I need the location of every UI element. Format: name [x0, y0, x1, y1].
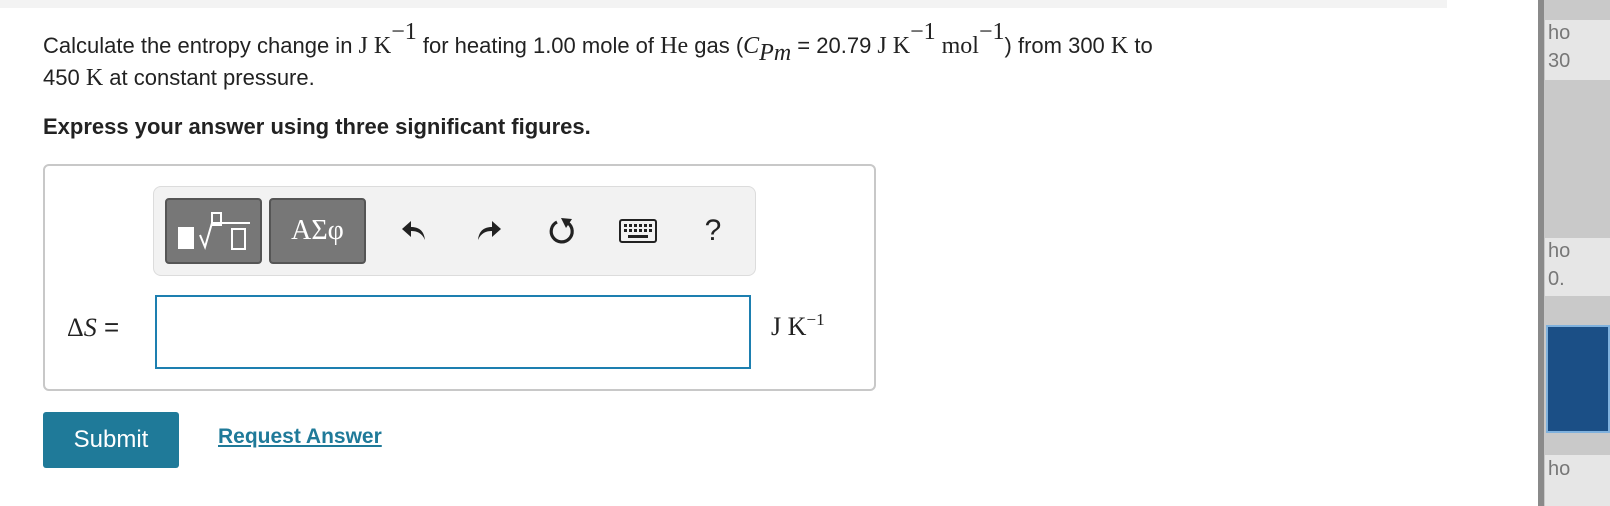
question-part: Calculate the entropy change in	[43, 33, 359, 58]
help-label: ?	[704, 214, 722, 247]
unit-kelvin: K	[85, 65, 104, 91]
side-text: ho	[1548, 458, 1571, 480]
request-answer-link[interactable]: Request Answer	[218, 425, 382, 449]
question-text: Calculate the entropy change in J K−1 fo…	[43, 20, 1403, 94]
question-part: to	[1128, 33, 1153, 58]
answer-input[interactable]	[155, 295, 751, 369]
top-strip	[0, 0, 1447, 8]
question-part: 450	[43, 65, 86, 90]
answer-box: ΑΣφ ? ΔS = J K−1	[43, 164, 876, 391]
symbols-button[interactable]: ΑΣφ	[269, 198, 366, 264]
reset-icon[interactable]	[544, 213, 580, 249]
side-thumbnail	[1546, 325, 1610, 433]
question-part: gas (	[688, 33, 744, 58]
math-toolbar: ΑΣφ ?	[153, 186, 756, 276]
side-text: ho	[1548, 240, 1571, 262]
question-part: = 20.79	[791, 33, 878, 58]
helium-symbol: He	[660, 33, 689, 59]
templates-icon	[177, 212, 250, 250]
exponent: −1	[391, 18, 417, 45]
unit-jk: J K	[877, 33, 911, 59]
exponent: −1	[910, 18, 936, 45]
unit-mol: mol	[935, 33, 979, 59]
side-edge	[1538, 0, 1544, 506]
unit-jk: J K	[358, 33, 392, 59]
help-icon[interactable]: ?	[695, 213, 731, 249]
entropy-symbol: S	[83, 313, 97, 342]
equals-sign: =	[96, 312, 120, 342]
undo-icon[interactable]	[397, 213, 433, 249]
exponent: −1	[978, 18, 1005, 45]
submit-button[interactable]: Submit	[43, 412, 179, 468]
question-part: for heating 1.00 mole of	[416, 33, 661, 58]
unit-jk: J K	[771, 312, 807, 341]
question-part: ) from 300	[1004, 33, 1111, 58]
heat-capacity-subscript: Pm	[759, 40, 792, 67]
question-part: at constant pressure.	[103, 65, 315, 90]
side-panel: ho 30 ho 0. ho	[1538, 0, 1610, 506]
delta-symbol: Δ	[67, 313, 84, 342]
side-text: 30	[1548, 50, 1571, 72]
answer-label: ΔS =	[67, 312, 119, 343]
redo-icon[interactable]	[470, 213, 506, 249]
instruction: Express your answer using three signific…	[43, 114, 591, 139]
heat-capacity-symbol: C	[743, 33, 760, 59]
symbols-label: ΑΣφ	[291, 215, 344, 246]
answer-unit: J K−1	[771, 309, 825, 342]
side-text: 0.	[1548, 268, 1565, 290]
templates-button[interactable]	[165, 198, 262, 264]
keyboard-icon[interactable]	[618, 213, 658, 249]
unit-kelvin: K	[1110, 33, 1129, 59]
exponent: −1	[806, 309, 825, 329]
side-text: ho	[1548, 22, 1571, 44]
